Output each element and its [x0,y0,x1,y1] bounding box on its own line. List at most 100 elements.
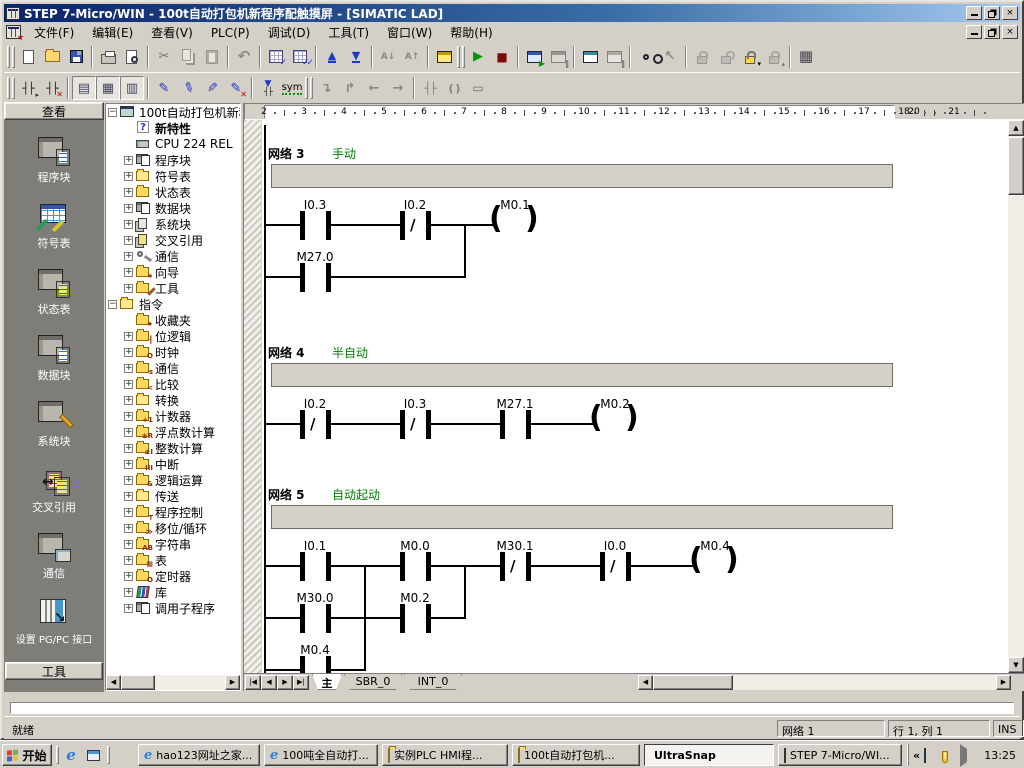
insert-coil-button[interactable]: ( ) [442,76,466,100]
program-status-button[interactable]: ▶ [522,45,546,69]
editor-hscroll-right[interactable]: ▶ [996,675,1011,690]
task-button-4[interactable]: UltraSnap [644,744,774,766]
tree-item-9[interactable]: +通信 [106,248,240,264]
network-comment-box[interactable] [271,505,893,529]
symbolic-addressing-button[interactable]: sym [280,76,304,100]
viewbar-item-1[interactable]: 符号表 [6,202,102,251]
edit-pen-delete-button[interactable]: ✎✕ [224,76,248,100]
tree-expand-0[interactable]: − [108,108,117,117]
options-button[interactable] [432,45,456,69]
taskband-handle[interactable] [107,746,110,764]
tree-expand-22[interactable]: + [124,460,133,469]
tree-item-6[interactable]: +数据块 [106,200,240,216]
tree-expand-4[interactable]: + [124,172,133,181]
editor-vscroll-track[interactable] [1008,120,1024,673]
tab-SBR_0[interactable]: SBR_0 [344,674,402,690]
pause-chart-status-button[interactable]: ‖ [602,45,626,69]
tree-expand-31[interactable]: + [124,604,133,613]
new-file-button[interactable] [16,45,40,69]
tree-item-11[interactable]: +工具 [106,280,240,296]
tree-item-26[interactable]: +≫移位/循环 [106,520,240,536]
contact-M0.0[interactable]: M0.0 [385,539,445,585]
tree-expand-29[interactable]: + [124,572,133,581]
tree-expand-24[interactable]: + [124,492,133,501]
task-button-3[interactable]: 100t自动打包机... [512,744,640,766]
print-button[interactable] [96,45,120,69]
edit-pen-mirror-button[interactable]: ✎ [200,76,224,100]
pou-grid-button[interactable]: ▦ [794,45,818,69]
tab-INT_0[interactable]: INT_0 [404,674,462,690]
tree-item-29[interactable]: +O定时器 [106,568,240,584]
line-up-button[interactable]: ↱ [338,76,362,100]
quicklaunch-handle[interactable] [56,746,59,764]
tree-expand-6[interactable]: + [124,204,133,213]
viewbar-item-5[interactable]: ↔交叉引用 [6,466,102,515]
menu-item-6[interactable]: 窗口(W) [378,24,441,42]
contact-I0.2[interactable]: I0.2/ [385,198,445,244]
tree-expand-28[interactable]: + [124,556,133,565]
toolbar-grip[interactable] [12,77,15,99]
filter-contacts-button[interactable]: ▼┤├ [256,76,280,100]
tree-item-13[interactable]: ★收藏夹 [106,312,240,328]
tab-prev-button[interactable]: ◀ [261,675,277,690]
tree-item-5[interactable]: +状态表 [106,184,240,200]
tree-item-10[interactable]: +∗向导 [106,264,240,280]
tree-expand-26[interactable]: + [124,524,133,533]
tree-expand-8[interactable]: + [124,236,133,245]
pause-program-status-button[interactable]: ‖ [546,45,570,69]
menu-item-2[interactable]: 查看(V) [142,24,202,42]
task-button-0[interactable]: ehao123网址之家... [138,744,260,766]
tab-next-button[interactable]: ▶ [277,675,293,690]
tree-hscroll-left[interactable]: ◀ [106,675,121,690]
task-button-1[interactable]: e100吨全自动打... [264,744,378,766]
insert-box-button[interactable]: ▭ [466,76,490,100]
tree-item-4[interactable]: +符号表 [106,168,240,184]
tab-last-button[interactable]: ▶| [293,675,309,690]
tree-expand-19[interactable]: + [124,412,133,421]
copy-button[interactable] [176,45,200,69]
password-lock-button[interactable]: ▾ [738,45,762,69]
menu-item-0[interactable]: 文件(F) [25,24,83,42]
task-button-2[interactable]: 实例PLC HMI程... [382,744,508,766]
line-right-button[interactable]: → [386,76,410,100]
start-button[interactable]: 开始 [2,744,52,766]
tree-item-20[interactable]: +±R浮点数计算 [106,424,240,440]
remove-bookmarks-button[interactable]: ┤├✕ [40,76,64,100]
toolbar-grip[interactable] [7,46,10,68]
tree-expand-14[interactable]: + [124,332,133,341]
line-down-button[interactable]: ↴ [314,76,338,100]
contact-M30.1[interactable]: M30.1/ [485,539,545,585]
tree-expand-21[interactable]: + [124,444,133,453]
tree-expand-11[interactable]: + [124,284,133,293]
print-preview-button[interactable] [120,45,144,69]
viewbar-item-0[interactable]: 程序块 [6,136,102,185]
menu-item-1[interactable]: 编辑(E) [83,24,142,42]
stop-button[interactable]: ■ [490,45,514,69]
contact-M30.0[interactable]: M30.0 [285,591,345,637]
tree-expand-9[interactable]: + [124,252,133,261]
tree-item-17[interactable]: +<比较 [106,376,240,392]
tree-expand-16[interactable]: + [124,364,133,373]
display-icon[interactable] [924,749,938,762]
tree-item-27[interactable]: +AB字符串 [106,536,240,552]
toolbar-grip[interactable] [305,77,308,99]
lock-upload-button[interactable]: ▴ [762,45,786,69]
save-project-button[interactable] [64,45,88,69]
run-button[interactable]: ▶ [466,45,490,69]
contact-I0.2[interactable]: I0.2/ [285,397,345,443]
editor-hscroll-thumb[interactable] [653,675,733,690]
cut-button[interactable]: ✂ [152,45,176,69]
tree-expand-20[interactable]: + [124,428,133,437]
security-shield-icon[interactable]: ! [942,749,956,762]
close-button[interactable]: × [1002,6,1018,20]
viewbar-item-7[interactable]: ↘设置 PG/PC 接口 [6,598,102,646]
tree-item-23[interactable]: +&逻辑运算 [106,472,240,488]
sort-ascending-button[interactable]: A↓ [376,45,400,69]
download-button[interactable]: ▼ [344,45,368,69]
coil-M0.1[interactable]: M0.1() [485,198,545,244]
volume-icon[interactable] [960,749,974,762]
menu-item-4[interactable]: 调试(D) [259,24,320,42]
editor-hscroll-left[interactable]: ◀ [638,675,653,690]
insert-contact-button[interactable]: ┤├ [418,76,442,100]
coil-M0.2[interactable]: M0.2() [585,397,645,443]
